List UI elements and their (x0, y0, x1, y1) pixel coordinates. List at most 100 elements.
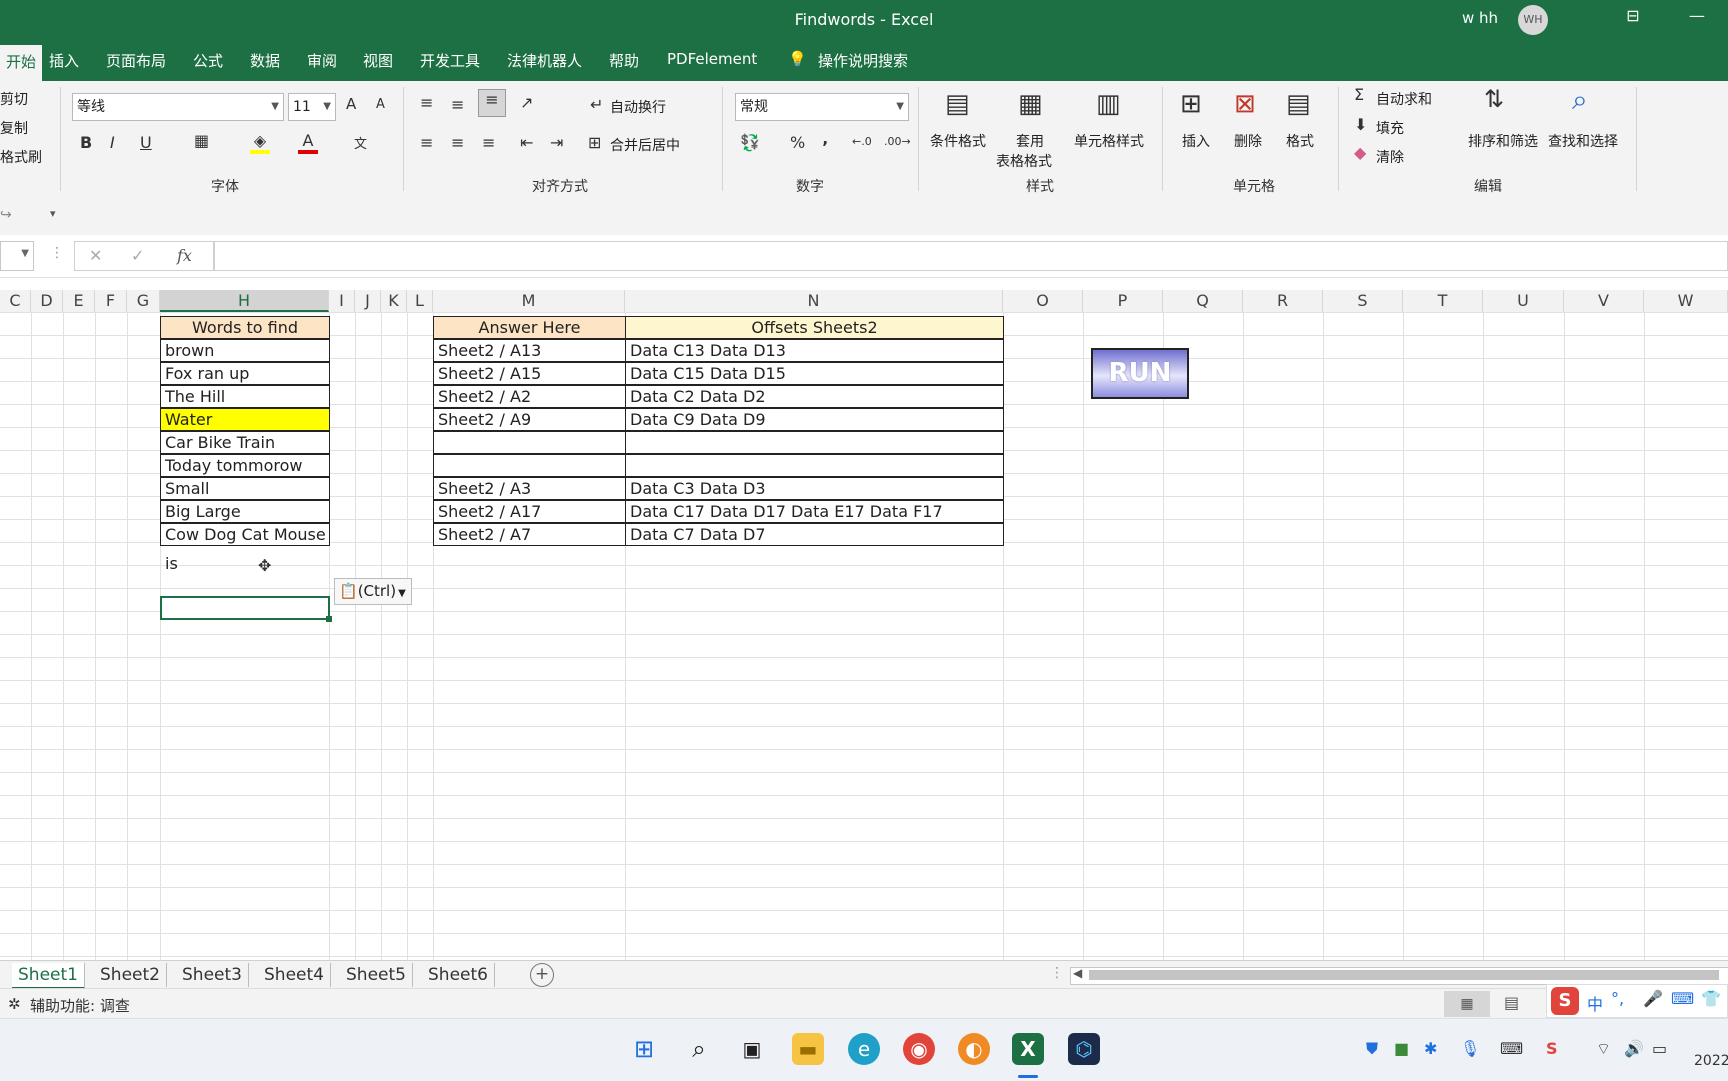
offset-cell[interactable]: Data C15 Data D15 (625, 362, 1004, 385)
word-cell-highlighted[interactable]: Water (160, 408, 330, 431)
column-header[interactable]: R (1243, 290, 1323, 312)
tab-view[interactable]: 视图 (363, 50, 393, 72)
grow-font-button[interactable]: A (346, 95, 356, 113)
sort-filter-button[interactable]: 排序和筛选 (1468, 131, 1538, 151)
input-method-icon[interactable]: ⌨ (1500, 1039, 1523, 1058)
ribbon-display-icon[interactable]: ⊟ (1618, 6, 1648, 32)
underline-button[interactable]: U (140, 133, 152, 152)
tab-developer[interactable]: 开发工具 (420, 50, 480, 72)
edge-icon[interactable]: e (848, 1033, 880, 1065)
italic-button[interactable]: I (110, 133, 115, 152)
normal-view-icon[interactable]: ▦ (1444, 991, 1490, 1017)
sheet-tab-3[interactable]: Sheet3 (176, 963, 249, 987)
insert-cells-button[interactable]: 插入 (1182, 131, 1210, 151)
align-left-icon[interactable]: ≡ (420, 133, 433, 152)
sogou-logo-icon[interactable]: S (1551, 987, 1579, 1015)
column-header[interactable]: E (63, 290, 95, 312)
column-header[interactable]: J (355, 290, 381, 312)
autosum-button[interactable]: 自动求和 (1376, 89, 1432, 109)
number-format-select[interactable]: 常规 ▼ (735, 93, 909, 121)
answer-cell[interactable]: Sheet2 / A2 (433, 385, 626, 408)
sheet-tab-4[interactable]: Sheet4 (258, 963, 331, 987)
column-header[interactable]: M (433, 290, 625, 312)
delete-cells-button[interactable]: 删除 (1234, 131, 1262, 151)
cut-button[interactable]: 剪切 (0, 89, 28, 109)
horizontal-scrollbar[interactable]: ◀ (1070, 966, 1728, 985)
format-painter-button[interactable]: 格式刷 (0, 147, 42, 167)
fill-button[interactable]: 填充 (1376, 118, 1404, 138)
wifi-icon[interactable]: ⌔ (1596, 1039, 1611, 1059)
word-cell-extra[interactable]: is (161, 553, 321, 576)
file-explorer-icon[interactable]: ▬ (792, 1033, 824, 1065)
cell-styles-button[interactable]: 单元格样式 (1074, 131, 1144, 151)
decrease-indent-icon[interactable]: ⇤ (520, 133, 533, 152)
font-size-select[interactable]: 11 ▼ (288, 93, 336, 121)
format-as-table-button[interactable]: 套用 (1016, 131, 1044, 151)
word-cell[interactable]: The Hill (160, 385, 330, 408)
bold-button[interactable]: B (80, 133, 92, 152)
column-header[interactable]: F (95, 290, 127, 312)
ime-keyboard-icon[interactable]: ⌨ (1671, 989, 1694, 1008)
column-header[interactable]: T (1403, 290, 1483, 312)
remote-app-icon[interactable]: ⌬ (1068, 1033, 1100, 1065)
word-cell[interactable]: Cow Dog Cat Mouse (160, 523, 330, 546)
redo-icon[interactable]: ↪ (0, 207, 12, 223)
column-header[interactable]: I (329, 290, 355, 312)
comma-button[interactable]: ‚ (822, 129, 828, 148)
sheet-tab-5[interactable]: Sheet5 (340, 963, 413, 987)
answer-cell[interactable] (433, 454, 626, 477)
windows-start-icon[interactable]: ⊞ (628, 1033, 660, 1065)
offset-cell[interactable]: Data C3 Data D3 (625, 477, 1004, 500)
answer-cell[interactable]: Sheet2 / A13 (433, 339, 626, 362)
scroll-left-icon[interactable]: ◀ (1073, 966, 1082, 980)
sheet-tab-6[interactable]: Sheet6 (422, 963, 495, 987)
firefox-icon[interactable]: ◐ (958, 1033, 990, 1065)
align-center-icon[interactable]: ≡ (451, 133, 464, 152)
phonetic-button[interactable]: 文 (354, 133, 367, 152)
offset-cell[interactable]: Data C9 Data D9 (625, 408, 1004, 431)
column-header[interactable]: C (0, 290, 31, 312)
format-cells-button[interactable]: 格式 (1286, 131, 1314, 151)
excel-icon[interactable]: X (1012, 1033, 1044, 1065)
align-bottom-icon[interactable]: ≡ (478, 89, 506, 117)
word-cell[interactable]: Fox ran up (160, 362, 330, 385)
enter-icon[interactable]: ✓ (131, 246, 144, 265)
bluetooth-icon[interactable]: ✱ (1424, 1039, 1437, 1058)
scrollbar-thumb[interactable] (1089, 970, 1719, 980)
column-header[interactable]: V (1564, 290, 1644, 312)
defender-icon[interactable]: ⛊ (1366, 1039, 1378, 1059)
answer-cell[interactable]: Sheet2 / A7 (433, 523, 626, 546)
tab-formulas[interactable]: 公式 (193, 50, 223, 72)
column-header[interactable]: G (127, 290, 160, 312)
conditional-format-button[interactable]: 条件格式 (930, 131, 986, 151)
answer-cell[interactable] (433, 431, 626, 454)
name-box[interactable]: ▼ (0, 241, 34, 271)
words-header-cell[interactable]: Words to find (160, 316, 330, 339)
offset-cell[interactable]: Data C2 Data D2 (625, 385, 1004, 408)
align-right-icon[interactable]: ≡ (482, 133, 495, 152)
ime-chinese-toggle[interactable]: 中 (1587, 991, 1603, 1015)
copy-button[interactable]: 复制 (0, 118, 28, 138)
answer-cell[interactable]: Sheet2 / A17 (433, 500, 626, 523)
tab-help[interactable]: 帮助 (609, 50, 639, 72)
word-cell[interactable]: Small (160, 477, 330, 500)
battery-icon[interactable]: ▭ (1652, 1039, 1667, 1058)
sheet-tab-1[interactable]: Sheet1 (12, 963, 85, 989)
column-header[interactable]: D (31, 290, 63, 312)
answer-cell[interactable]: Sheet2 / A9 (433, 408, 626, 431)
align-middle-icon[interactable]: ≡ (451, 95, 464, 114)
fill-color-icon[interactable]: ◈ (250, 131, 270, 154)
offset-cell[interactable]: Data C7 Data D7 (625, 523, 1004, 546)
clear-button[interactable]: 清除 (1376, 147, 1404, 167)
minimize-icon[interactable]: — (1682, 6, 1712, 32)
ime-voice-icon[interactable]: 🎤 (1643, 989, 1663, 1008)
volume-icon[interactable]: 🔊 (1624, 1039, 1644, 1058)
offsets-header-cell[interactable]: Offsets Sheets2 (625, 316, 1004, 339)
avatar[interactable]: WH (1518, 5, 1548, 35)
column-header[interactable]: K (381, 290, 407, 312)
ime-punctuation-toggle[interactable]: °, (1611, 989, 1624, 1008)
column-header[interactable]: P (1083, 290, 1163, 312)
column-header[interactable]: S (1323, 290, 1403, 312)
splitter-handle-icon[interactable]: ⋮ (1050, 965, 1064, 981)
offset-cell[interactable]: Data C17 Data D17 Data E17 Data F17 (625, 500, 1004, 523)
